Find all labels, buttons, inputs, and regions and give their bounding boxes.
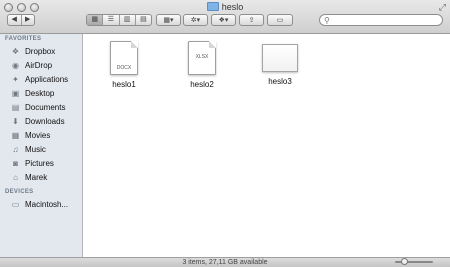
- blank-document-icon: [262, 44, 298, 72]
- search-field[interactable]: ⚲: [319, 14, 443, 26]
- sidebar-item-marek[interactable]: ⌂ Marek: [0, 170, 82, 184]
- gear-icon: ✲▾: [190, 17, 201, 24]
- file-name: heslo1: [112, 80, 136, 89]
- search-icon: ⚲: [324, 16, 330, 25]
- sidebar-item-pictures[interactable]: ◙ Pictures: [0, 156, 82, 170]
- docx-document-icon: DOCX: [110, 41, 138, 75]
- sidebar-item-desktop[interactable]: ▣ Desktop: [0, 86, 82, 100]
- documents-icon: ▤: [11, 102, 20, 112]
- search-input[interactable]: [332, 15, 437, 25]
- share-button[interactable]: ⇪: [239, 14, 264, 26]
- sidebar-item-label: Dropbox: [25, 46, 56, 56]
- file-name: heslo2: [190, 80, 214, 89]
- sidebar-section-favorites: FAVORITES: [5, 36, 42, 42]
- back-forward-control: ◀ ▶: [7, 14, 35, 26]
- column-view-icon: ▥: [123, 16, 131, 23]
- cover-flow-button[interactable]: ▤: [136, 15, 151, 25]
- sidebar-item-label: Applications: [25, 74, 69, 84]
- disk-icon: ▭: [11, 199, 20, 209]
- file-browser: DOCX heslo1 XLSX heslo2 heslo3: [83, 34, 450, 257]
- arrange-button[interactable]: ▦▾: [156, 14, 181, 26]
- sidebar-item-label: Marek: [25, 172, 48, 182]
- airdrop-icon: ◉: [12, 60, 19, 70]
- sidebar-item-movies[interactable]: ▦ Movies: [0, 128, 82, 142]
- tags-button[interactable]: ▭: [267, 14, 293, 26]
- fullscreen-icon[interactable]: ⤢: [439, 2, 446, 13]
- sidebar-item-label: Music: [25, 144, 46, 154]
- sidebar-item-airdrop[interactable]: ◉ AirDrop: [0, 58, 82, 72]
- sidebar-item-music[interactable]: ♫ Music: [0, 142, 82, 156]
- sidebar-item-documents[interactable]: ▤ Documents: [0, 100, 82, 114]
- sidebar-item-dropbox[interactable]: ❖ Dropbox: [0, 44, 82, 58]
- applications-icon: ✦: [12, 74, 19, 84]
- file-item-heslo2[interactable]: XLSX heslo2: [172, 41, 232, 89]
- share-icon: ⇪: [248, 17, 255, 24]
- finder-window: heslo ⤢ ◀ ▶ ▦ ☰ ▥ ▤ ▦▾ ✲▾ ❖▾ ⇪ ▭ ⚲ FAVOR…: [0, 0, 450, 267]
- file-kind-label: XLSX: [195, 54, 209, 60]
- file-item-heslo1[interactable]: DOCX heslo1: [94, 41, 154, 89]
- file-kind-label: DOCX: [116, 65, 132, 71]
- window-title: heslo: [0, 2, 450, 12]
- chevron-left-icon: ◀: [11, 16, 17, 23]
- desktop-icon: ▣: [11, 88, 20, 98]
- sidebar-item-label: Downloads: [25, 116, 65, 126]
- view-mode-control: ▦ ☰ ▥ ▤: [86, 14, 152, 26]
- forward-button[interactable]: ▶: [22, 15, 35, 25]
- column-view-button[interactable]: ▥: [120, 15, 136, 25]
- icon-size-slider[interactable]: [395, 258, 433, 265]
- sidebar-item-label: Desktop: [25, 88, 55, 98]
- sidebar-item-label: Pictures: [25, 158, 54, 168]
- sidebar-item-label: Movies: [25, 130, 51, 140]
- window-title-text: heslo: [221, 2, 244, 12]
- music-icon: ♫: [12, 144, 19, 154]
- movies-icon: ▦: [11, 130, 20, 140]
- dropbox-icon: ❖▾: [218, 17, 229, 24]
- dropbox-button[interactable]: ❖▾: [211, 14, 236, 26]
- sidebar-item-applications[interactable]: ✦ Applications: [0, 72, 82, 86]
- sidebar-item-label: Macintosh...: [25, 199, 69, 209]
- arrange-grid-icon: ▦▾: [163, 17, 174, 24]
- dropbox-icon: ❖: [11, 46, 20, 56]
- sidebar: FAVORITES ❖ Dropbox ◉ AirDrop ✦ Applicat…: [0, 34, 83, 257]
- title-bar: heslo ⤢ ◀ ▶ ▦ ☰ ▥ ▤ ▦▾ ✲▾ ❖▾ ⇪ ▭ ⚲: [0, 0, 450, 34]
- pictures-icon: ◙: [13, 158, 18, 168]
- sidebar-item-macintosh[interactable]: ▭ Macintosh...: [0, 197, 82, 211]
- file-name: heslo3: [268, 77, 292, 86]
- cover-flow-icon: ▤: [140, 16, 147, 23]
- sidebar-item-label: AirDrop: [25, 60, 53, 70]
- status-text: 3 items, 27,11 GB available: [182, 259, 268, 266]
- icon-view-button[interactable]: ▦: [87, 15, 104, 25]
- folder-icon: [206, 2, 219, 11]
- xlsx-document-icon: XLSX: [188, 41, 216, 75]
- downloads-icon: ⬇: [12, 116, 19, 126]
- action-button[interactable]: ✲▾: [183, 14, 208, 26]
- status-bar: 3 items, 27,11 GB available: [0, 257, 450, 267]
- list-view-button[interactable]: ☰: [103, 15, 120, 25]
- back-button[interactable]: ◀: [8, 15, 22, 25]
- tag-icon: ▭: [276, 17, 284, 24]
- sidebar-item-label: Documents: [25, 102, 66, 112]
- chevron-right-icon: ▶: [25, 16, 31, 23]
- sidebar-item-downloads[interactable]: ⬇ Downloads: [0, 114, 82, 128]
- file-item-heslo3[interactable]: heslo3: [250, 41, 310, 86]
- icon-view-icon: ▦: [91, 16, 98, 23]
- sidebar-section-devices: DEVICES: [5, 189, 34, 195]
- list-view-icon: ☰: [107, 16, 115, 23]
- home-icon: ⌂: [13, 172, 18, 182]
